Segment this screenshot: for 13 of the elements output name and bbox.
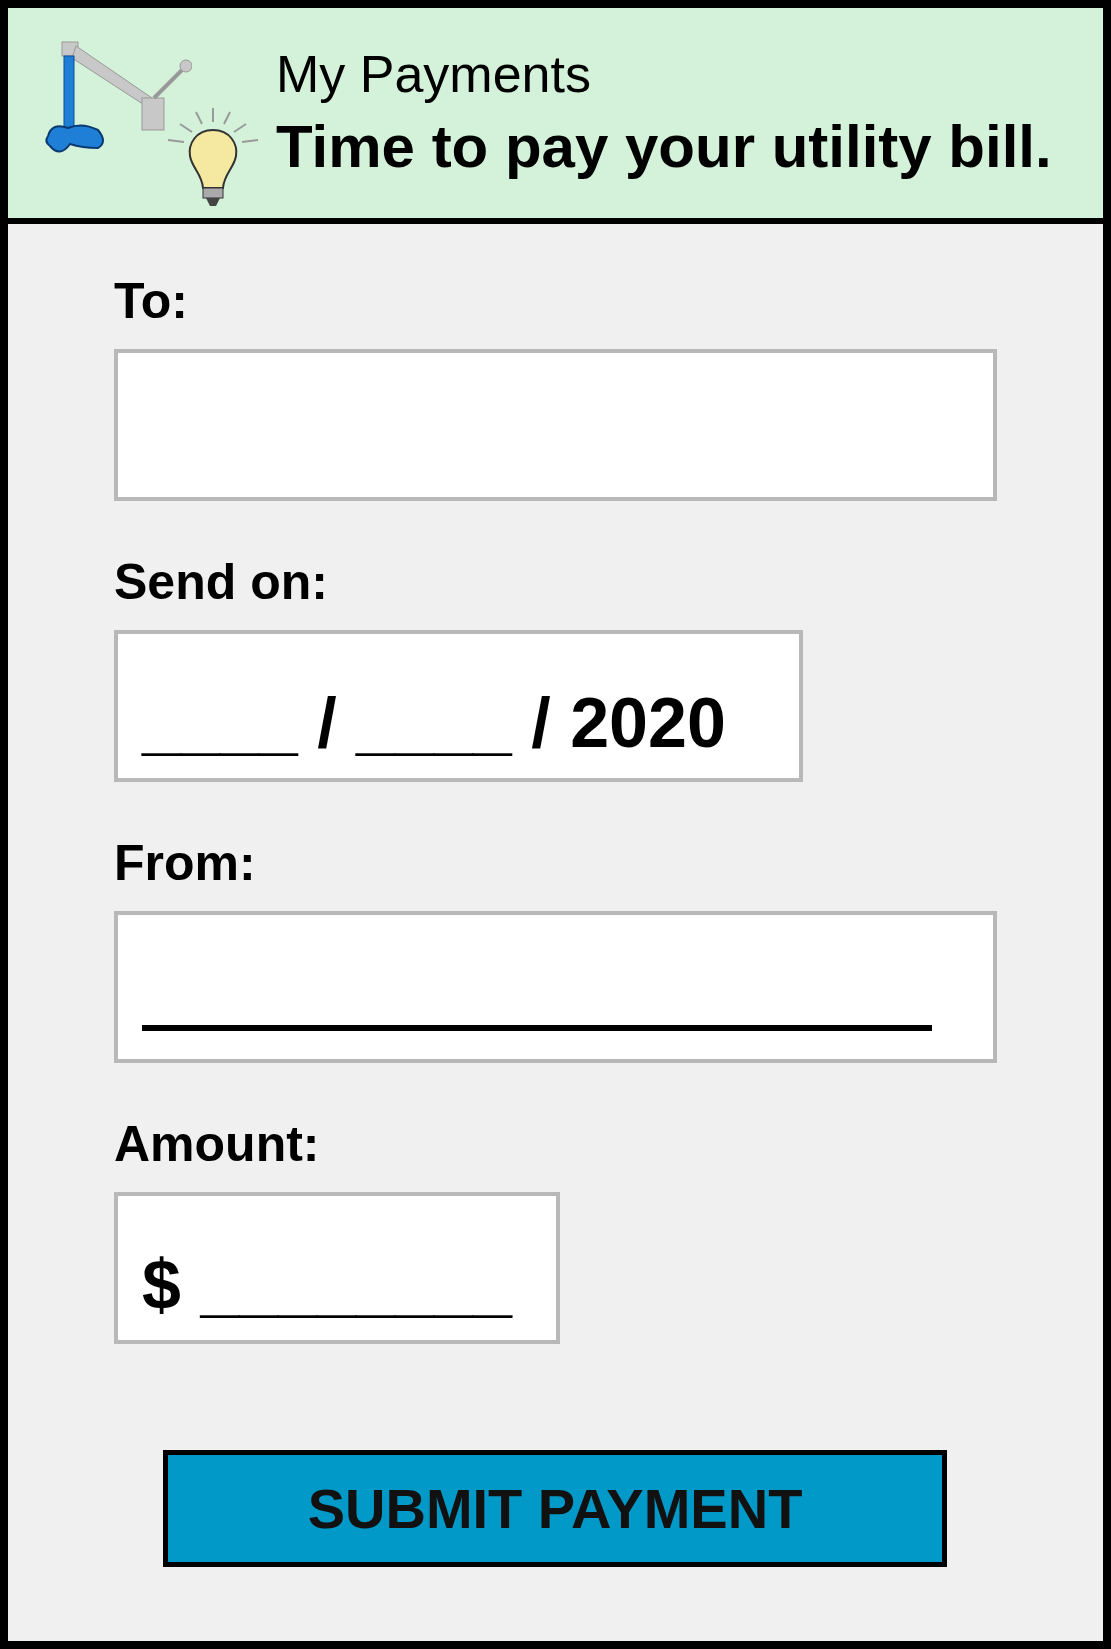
header-message: Time to pay your utility bill. (276, 113, 1052, 180)
account-field[interactable] (114, 911, 997, 1063)
submit-payment-button[interactable]: SUBMIT PAYMENT (163, 1450, 947, 1567)
field-label: Send on: (114, 555, 329, 610)
app-title: My Payments (276, 46, 592, 104)
field-value: $ ________ (142, 1250, 512, 1320)
date-field[interactable]: ____ / ____ / 2020 (114, 630, 803, 782)
field-value: ____ / ____ / 2020 (142, 688, 726, 758)
field-label: To: (114, 274, 190, 329)
field-label: Amount: (114, 1117, 321, 1172)
recipient-field[interactable] (114, 349, 997, 501)
field-label: From: (114, 836, 257, 891)
amount-field[interactable]: $ ________ (114, 1192, 560, 1344)
